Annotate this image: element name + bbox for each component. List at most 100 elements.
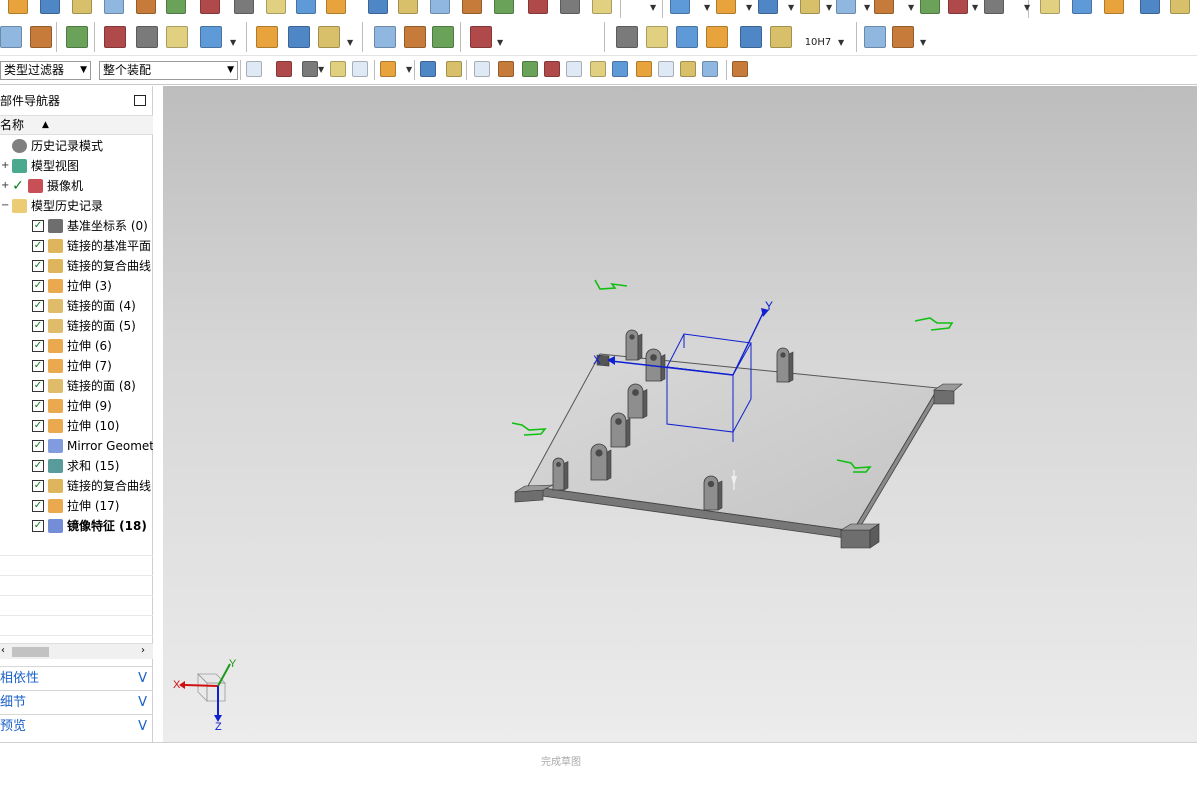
toolbar-tool-icon[interactable] [1040, 0, 1060, 14]
visibility-checkbox[interactable]: ✓ [32, 240, 44, 252]
toolbar-tool-icon[interactable] [104, 26, 126, 48]
dropdown-arrow-icon[interactable]: ▼ [788, 3, 794, 12]
tree-node[interactable]: 历史记录模式 [0, 136, 153, 156]
column-header-name[interactable]: 名称 ▲ [0, 115, 153, 135]
visibility-checkbox[interactable]: ✓ [32, 340, 44, 352]
tree-node[interactable]: ✓ 链接的复合曲线 [0, 256, 153, 276]
toolbar-tool-icon[interactable] [984, 0, 1004, 14]
toolbar-tool-icon[interactable] [200, 0, 220, 14]
selection-tool-icon[interactable] [330, 61, 346, 77]
tree-node[interactable]: ✓ 链接的复合曲线 [0, 476, 153, 496]
toolbar-tool-icon[interactable] [770, 26, 792, 48]
toolbar-tool-icon[interactable] [40, 0, 60, 14]
tree-node[interactable]: ✓ 拉伸 (6) [0, 336, 153, 356]
toolbar-tool-icon[interactable] [200, 26, 222, 48]
dropdown-arrow-icon[interactable]: ▼ [406, 65, 412, 74]
selection-tool-icon[interactable] [380, 61, 396, 77]
toolbar-tool-icon[interactable] [864, 26, 886, 48]
collapse-icon[interactable]: − [1, 196, 9, 216]
toolbar-tool-icon[interactable] [1170, 0, 1190, 14]
toolbar-tool-icon[interactable] [836, 0, 856, 14]
visibility-checkbox[interactable]: ✓ [32, 300, 44, 312]
toolbar-tool-icon[interactable] [616, 26, 638, 48]
toolbar-tool-icon[interactable] [494, 0, 514, 14]
scroll-left-icon[interactable]: ‹ [1, 645, 5, 656]
toolbar-tool-icon[interactable] [136, 26, 158, 48]
visibility-checkbox[interactable]: ✓ [32, 520, 44, 532]
selection-tool-icon[interactable] [498, 61, 514, 77]
toolbar-tool-icon[interactable] [560, 0, 580, 14]
toolbar-tool-icon[interactable] [0, 26, 22, 48]
base-plate[interactable] [514, 353, 963, 549]
tree-node[interactable]: ✓ 链接的面 (5) [0, 316, 153, 336]
visibility-checkbox[interactable]: ✓ [32, 280, 44, 292]
dropdown-arrow-icon[interactable]: ▼ [318, 65, 324, 74]
toolbar-tool-icon[interactable] [368, 0, 388, 14]
selection-tool-icon[interactable] [612, 61, 628, 77]
expand-icon[interactable]: + [1, 156, 9, 176]
toolbar-tool-icon[interactable] [374, 26, 396, 48]
visibility-checkbox[interactable]: ✓ [32, 220, 44, 232]
dropdown-arrow-icon[interactable]: ▼ [1024, 3, 1030, 12]
toolbar-tool-icon[interactable] [404, 26, 426, 48]
selection-tool-icon[interactable] [636, 61, 652, 77]
selection-tool-icon[interactable] [352, 61, 368, 77]
tree-node[interactable]: ✓ 拉伸 (17) [0, 496, 153, 516]
model-canvas[interactable]: Y X [163, 86, 1197, 742]
selection-tool-icon[interactable] [544, 61, 560, 77]
selection-tool-icon[interactable] [680, 61, 696, 77]
toolbar-tool-icon[interactable] [256, 26, 278, 48]
tree-node[interactable]: ✓ Mirror Geometry [0, 436, 153, 456]
toolbar-tool-icon[interactable] [948, 0, 968, 14]
scroll-right-icon[interactable]: › [141, 645, 145, 656]
clevis-lug[interactable] [776, 347, 794, 383]
dropdown-arrow-icon[interactable]: ▼ [864, 3, 870, 12]
toolbar-tool-icon[interactable] [30, 26, 52, 48]
tree-node[interactable]: − 模型历史记录 [0, 196, 153, 216]
visibility-checkbox[interactable]: ✓ [32, 400, 44, 412]
selection-tool-icon[interactable] [276, 61, 292, 77]
toolbar-tool-icon[interactable] [528, 0, 548, 14]
toolbar-tool-icon[interactable] [1140, 0, 1160, 14]
selection-tool-icon[interactable] [302, 61, 318, 77]
visibility-checkbox[interactable]: ✓ [32, 260, 44, 272]
selection-tool-icon[interactable] [658, 61, 674, 77]
toolbar-tool-icon[interactable] [740, 26, 762, 48]
dropdown-arrow-icon[interactable]: ▼ [826, 3, 832, 12]
tree-node[interactable]: + ✓ 摄像机 [0, 176, 153, 196]
visibility-checkbox[interactable]: ✓ [12, 179, 24, 193]
toolbar-tool-icon[interactable] [670, 0, 690, 14]
toolbar-tool-icon[interactable] [266, 0, 286, 14]
toolbar-tool-icon[interactable] [326, 0, 346, 14]
selection-tool-icon[interactable] [590, 61, 606, 77]
dropdown-arrow-icon[interactable]: ▼ [972, 3, 978, 12]
visibility-checkbox[interactable]: ✓ [32, 320, 44, 332]
toolbar-tool-icon[interactable] [1072, 0, 1092, 14]
tree-node[interactable]: ✓ 基准坐标系 (0) [0, 216, 153, 236]
dropdown-arrow-icon[interactable]: ▼ [347, 38, 353, 47]
toolbar-tool-icon[interactable] [72, 0, 92, 14]
clevis-lug[interactable] [552, 457, 569, 491]
visibility-checkbox[interactable]: ✓ [32, 480, 44, 492]
selection-tool-icon[interactable] [566, 61, 582, 77]
tree-node[interactable]: ✓ 链接的面 (4) [0, 296, 153, 316]
toolbar-tool-icon[interactable] [716, 0, 736, 14]
panel-preview[interactable]: 预览 V [0, 714, 153, 738]
dropdown-arrow-icon[interactable]: ▼ [704, 3, 710, 12]
toolbar-tool-icon[interactable] [462, 0, 482, 14]
selection-tool-icon[interactable] [246, 61, 262, 77]
toolbar-tool-icon[interactable] [892, 26, 914, 48]
clevis-lug[interactable] [625, 329, 643, 361]
toolbar-tool-icon[interactable] [166, 26, 188, 48]
finish-sketch-button[interactable]: 完成草图 [541, 753, 581, 768]
tree-node[interactable]: ✓ 链接的基准平面 [0, 236, 153, 256]
panel-dependencies[interactable]: 相依性 V [0, 666, 153, 690]
dropdown-arrow-icon[interactable]: ▼ [230, 38, 236, 47]
visibility-checkbox[interactable]: ✓ [32, 500, 44, 512]
fit-tolerance-button[interactable]: 10H7 [803, 33, 833, 53]
selection-tool-icon[interactable] [522, 61, 538, 77]
visibility-checkbox[interactable]: ✓ [32, 380, 44, 392]
scope-filter-select[interactable]: 整个装配 ▼ [99, 61, 238, 80]
expand-icon[interactable]: + [1, 176, 9, 196]
tree-node[interactable]: ✓ 镜像特征 (18) [0, 516, 153, 536]
